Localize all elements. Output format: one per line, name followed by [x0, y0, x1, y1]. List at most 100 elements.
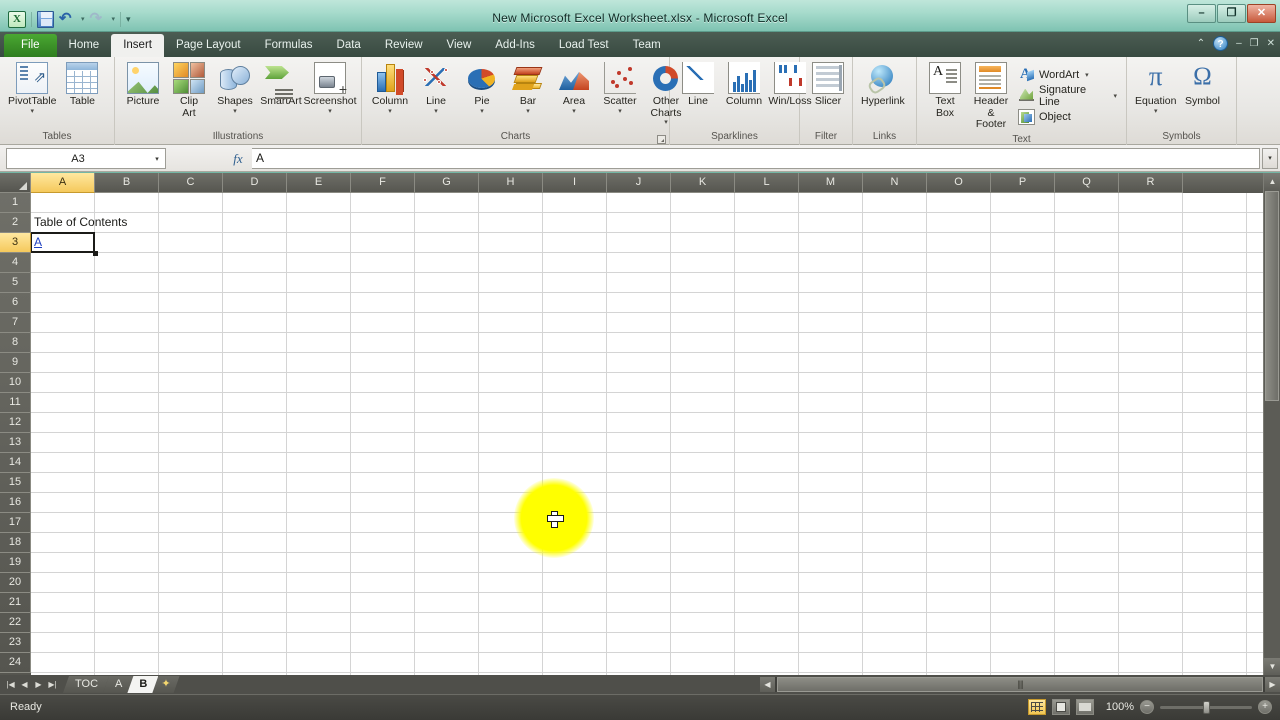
restore-button[interactable]: ❐	[1217, 4, 1246, 23]
ribbon-tab-view[interactable]: View	[435, 34, 484, 57]
row-header-24[interactable]: 24	[0, 653, 31, 673]
doc-minimize-icon[interactable]: –	[1236, 38, 1242, 49]
hscroll-track[interactable]	[775, 677, 1265, 692]
dropdown-caret[interactable]: ▾	[1113, 92, 1117, 100]
dropdown-caret[interactable]: ▾	[618, 108, 622, 115]
dropdown-caret[interactable]: ▾	[526, 108, 530, 115]
column-header-R[interactable]: R	[1119, 173, 1183, 193]
ribbon-button-line[interactable]: Line	[675, 60, 721, 110]
ribbon-tab-team[interactable]: Team	[621, 34, 673, 57]
dropdown-caret[interactable]: ▾	[388, 108, 392, 115]
ribbon-button-pie[interactable]: Pie ▾	[459, 60, 505, 117]
fill-handle[interactable]	[93, 251, 98, 256]
row-header-20[interactable]: 20	[0, 573, 31, 593]
ribbon-tab-file[interactable]: File	[4, 34, 57, 57]
column-header-C[interactable]: C	[159, 173, 223, 193]
horizontal-scroll-thumb[interactable]	[777, 677, 1263, 692]
cells-area[interactable]: Table of Contents A	[31, 193, 1263, 675]
row-header-21[interactable]: 21	[0, 593, 31, 613]
ribbon-tab-insert[interactable]: Insert	[111, 34, 164, 57]
ribbon-tab-load-test[interactable]: Load Test	[547, 34, 621, 57]
collapse-ribbon-icon[interactable]: ⌃	[1197, 38, 1205, 49]
zoom-level-label[interactable]: 100%	[1100, 701, 1134, 713]
ribbon-button-object[interactable]: Object	[1014, 106, 1121, 127]
sheet-nav-1[interactable]: ◀	[18, 677, 31, 692]
ribbon-button-hyperlink[interactable]: Hyperlink	[858, 60, 908, 110]
dropdown-caret[interactable]: ▾	[30, 108, 34, 115]
column-header-N[interactable]: N	[863, 173, 927, 193]
row-header-9[interactable]: 9	[0, 353, 31, 373]
page-break-preview-button[interactable]	[1076, 699, 1094, 715]
column-header-G[interactable]: G	[415, 173, 479, 193]
column-header-H[interactable]: H	[479, 173, 543, 193]
ribbon-button-equation[interactable]: Equation▾	[1132, 60, 1179, 117]
zoom-out-button[interactable]: −	[1140, 700, 1154, 714]
dropdown-caret[interactable]: ▾	[233, 108, 237, 115]
row-header-13[interactable]: 13	[0, 433, 31, 453]
ribbon-tab-formulas[interactable]: Formulas	[253, 34, 325, 57]
row-header-1[interactable]: 1	[0, 193, 31, 213]
row-header-19[interactable]: 19	[0, 553, 31, 573]
column-header-L[interactable]: L	[735, 173, 799, 193]
ribbon-tab-review[interactable]: Review	[373, 34, 435, 57]
dialog-launcher[interactable]	[657, 135, 666, 144]
row-header-10[interactable]: 10	[0, 373, 31, 393]
cell-A2[interactable]: Table of Contents	[31, 213, 223, 233]
row-header-6[interactable]: 6	[0, 293, 31, 313]
zoom-slider[interactable]	[1160, 700, 1252, 714]
row-header-8[interactable]: 8	[0, 333, 31, 353]
row-header-15[interactable]: 15	[0, 473, 31, 493]
column-header-O[interactable]: O	[927, 173, 991, 193]
ribbon-tab-add-ins[interactable]: Add-Ins	[483, 34, 547, 57]
dropdown-caret[interactable]: ▾	[664, 119, 668, 126]
column-header-I[interactable]: I	[543, 173, 607, 193]
ribbon-tab-data[interactable]: Data	[325, 34, 373, 57]
row-header-22[interactable]: 22	[0, 613, 31, 633]
row-header-14[interactable]: 14	[0, 453, 31, 473]
zoom-in-button[interactable]: +	[1258, 700, 1272, 714]
name-box-caret[interactable]: ▾	[149, 155, 165, 163]
row-header-12[interactable]: 12	[0, 413, 31, 433]
ribbon-button-pivottable[interactable]: PivotTable▾	[5, 60, 59, 117]
ribbon-button-header-footer[interactable]: Header & Footer	[968, 60, 1014, 133]
name-box[interactable]: A3 ▾	[6, 148, 166, 169]
row-header-4[interactable]: 4	[0, 253, 31, 273]
column-header-M[interactable]: M	[799, 173, 863, 193]
column-header-K[interactable]: K	[671, 173, 735, 193]
dropdown-caret[interactable]: ▾	[328, 108, 332, 115]
row-header-7[interactable]: 7	[0, 313, 31, 333]
ribbon-tab-page-layout[interactable]: Page Layout	[164, 34, 253, 57]
column-header-D[interactable]: D	[223, 173, 287, 193]
insert-function-icon[interactable]: fx	[228, 150, 248, 168]
ribbon-button-line[interactable]: Line ▾	[413, 60, 459, 117]
ribbon-button-shapes[interactable]: Shapes ▾	[212, 60, 258, 117]
ribbon-button-signature-line[interactable]: Signature Line ▾	[1014, 84, 1121, 108]
column-header-E[interactable]: E	[287, 173, 351, 193]
hscroll-right-arrow[interactable]: ▶	[1265, 677, 1280, 692]
column-header-F[interactable]: F	[351, 173, 415, 193]
row-header-3[interactable]: 3	[0, 233, 31, 253]
ribbon-button-smartart[interactable]: SmartArt	[258, 60, 304, 110]
sheet-nav-0[interactable]: |◀	[4, 677, 17, 692]
help-icon[interactable]: ?	[1213, 36, 1229, 51]
column-header-B[interactable]: B	[95, 173, 159, 193]
doc-close-icon[interactable]: ✕	[1267, 38, 1275, 49]
normal-view-button[interactable]	[1028, 699, 1046, 715]
horizontal-scrollbar[interactable]: ◀ ▶	[760, 677, 1280, 692]
scroll-down-arrow[interactable]: ▼	[1264, 658, 1280, 675]
ribbon-button-wordart[interactable]: WordArt ▾	[1014, 64, 1121, 85]
close-button[interactable]: ✕	[1247, 4, 1276, 23]
row-header-2[interactable]: 2	[0, 213, 31, 233]
sheet-nav-3[interactable]: ▶|	[46, 677, 59, 692]
formula-input[interactable]: A	[252, 148, 1260, 169]
ribbon-button-scatter[interactable]: Scatter ▾	[597, 60, 643, 117]
dropdown-caret[interactable]: ▾	[480, 108, 484, 115]
dropdown-caret[interactable]: ▾	[1154, 108, 1158, 115]
dropdown-caret[interactable]: ▾	[1085, 71, 1089, 79]
row-header-5[interactable]: 5	[0, 273, 31, 293]
row-header-18[interactable]: 18	[0, 533, 31, 553]
column-header-P[interactable]: P	[991, 173, 1055, 193]
row-header-17[interactable]: 17	[0, 513, 31, 533]
scroll-up-arrow[interactable]: ▲	[1264, 173, 1280, 190]
ribbon-button-picture[interactable]: Picture	[120, 60, 166, 110]
